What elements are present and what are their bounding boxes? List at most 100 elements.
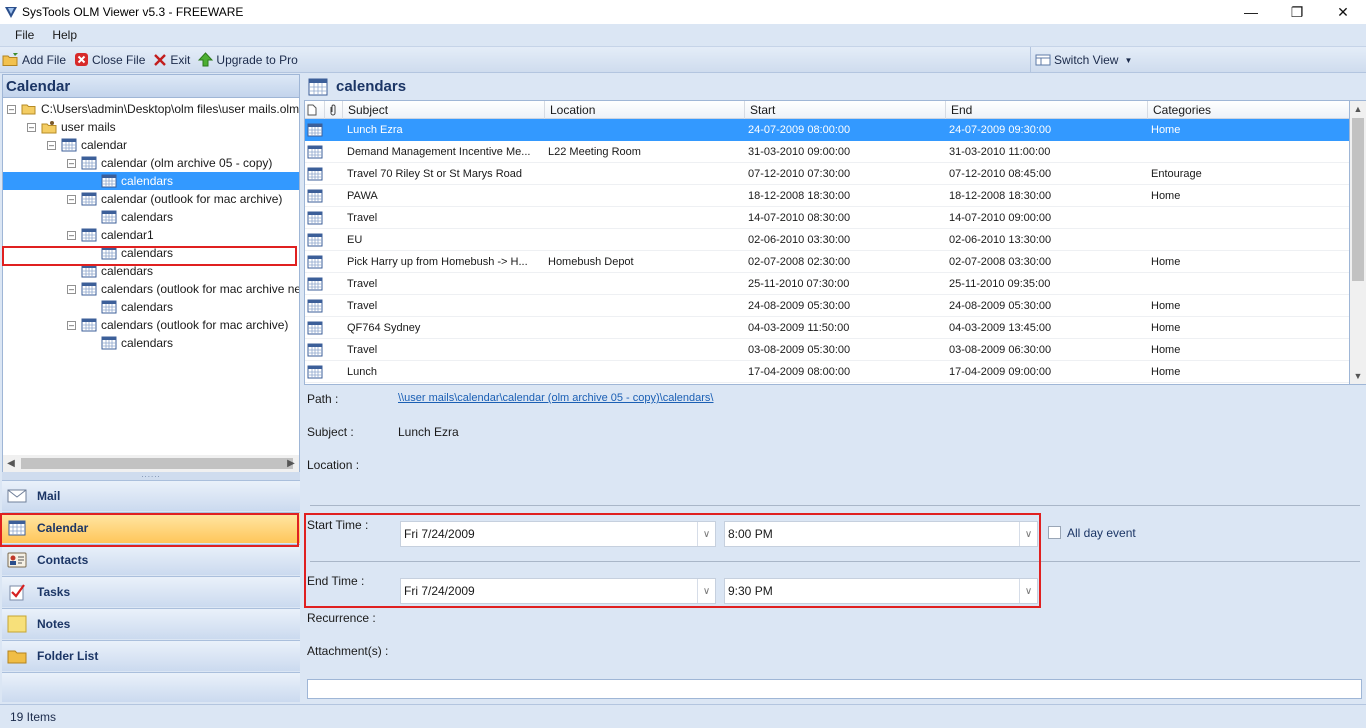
nav-contacts[interactable]: Contacts	[2, 544, 300, 575]
add-file-button[interactable]: Add File	[2, 52, 66, 67]
scroll-down-icon[interactable]: ▼	[1350, 368, 1366, 384]
exit-button[interactable]: Exit	[153, 53, 190, 67]
upgrade-button[interactable]: Upgrade to Pro	[198, 52, 298, 67]
cell-type	[307, 295, 325, 317]
tree-node[interactable]: calendars	[101, 208, 173, 226]
column-subject-header[interactable]: Subject	[343, 101, 545, 119]
menu-file[interactable]: File	[6, 28, 43, 42]
nav-tasks[interactable]: Tasks	[2, 576, 300, 607]
tree-node-selected[interactable]: calendars	[3, 172, 299, 190]
cell-location	[548, 229, 744, 251]
table-row[interactable]: PAWA 18-12-2008 18:30:00 18-12-2008 18:30:…	[305, 185, 1349, 207]
tree-node[interactable]: – calendar	[47, 136, 127, 154]
subject-label: Subject :	[307, 425, 354, 439]
collapse-icon[interactable]: –	[7, 104, 16, 114]
switch-view-label: Switch View	[1054, 53, 1119, 67]
cell-type	[307, 185, 325, 207]
scroll-thumb[interactable]	[21, 458, 293, 469]
tree-node[interactable]: – calendars (outlook for mac archive new…	[67, 280, 299, 298]
minimize-icon[interactable]: —	[1228, 0, 1274, 24]
cell-location: Homebush Depot	[548, 256, 634, 268]
tree-node[interactable]: calendars	[101, 298, 173, 316]
column-start-header[interactable]: Start	[745, 101, 946, 119]
grid-vertical-scrollbar[interactable]: ▲ ▼	[1350, 100, 1366, 385]
cell-subject: Travel	[347, 212, 378, 224]
paperclip-icon	[330, 104, 336, 116]
cell-subject: QF764 Sydney	[347, 322, 421, 334]
menu-help[interactable]: Help	[43, 28, 86, 42]
cell-type	[307, 141, 325, 163]
tree-node[interactable]: – calendar (olm archive 05 - copy)	[67, 154, 272, 172]
table-row[interactable]: Lunch Ezra 24-07-2009 08:00:00 24-07-2009 …	[305, 119, 1349, 141]
cell-type	[307, 317, 325, 339]
path-link[interactable]: \\user mails\calendar\calendar (olm arch…	[398, 392, 713, 404]
cell-type	[307, 339, 325, 361]
cell-end: 04-03-2009 13:45:00	[949, 322, 1052, 334]
cell-start: 18-12-2008 18:30:00	[748, 190, 851, 202]
close-file-label: Close File	[92, 52, 146, 67]
table-row[interactable]: Travel 03-08-2009 05:30:00 03-08-2009 06:3…	[305, 339, 1349, 361]
table-row[interactable]: Travel 70 Riley St or St Marys Road 07-12…	[305, 163, 1349, 185]
pane-splitter[interactable]: ......	[2, 471, 300, 480]
cell-type	[307, 273, 325, 295]
nav-folder-list[interactable]: Folder List	[2, 640, 300, 671]
nav-mail[interactable]: Mail	[2, 480, 300, 511]
collapse-icon[interactable]: –	[67, 230, 76, 240]
table-row[interactable]: Travel 25-11-2010 07:30:00 25-11-2010 09:3…	[305, 273, 1349, 295]
cell-start: 02-07-2008 02:30:00	[748, 256, 851, 268]
nav-notes[interactable]: Notes	[2, 608, 300, 639]
tree-node[interactable]: – C:\Users\admin\Desktop\olm files\user …	[7, 100, 299, 118]
calendar-icon	[307, 189, 323, 203]
collapse-icon[interactable]: –	[67, 194, 76, 204]
cell-start: 31-03-2010 09:00:00	[748, 146, 851, 158]
collapse-icon[interactable]: –	[47, 140, 56, 150]
collapse-icon[interactable]: –	[67, 158, 76, 168]
tree-node[interactable]: – user mails	[27, 118, 116, 136]
table-row[interactable]: Travel 14-07-2010 08:30:00 14-07-2010 09:0…	[305, 207, 1349, 229]
menu-bar: File Help	[0, 24, 1366, 46]
table-row[interactable]: Lunch 17-04-2009 08:00:00 17-04-2009 09:00…	[305, 361, 1349, 383]
cell-category	[1151, 141, 1349, 163]
column-type-header[interactable]	[305, 101, 325, 119]
folder-icon	[7, 650, 27, 664]
cell-subject: EU	[347, 234, 363, 246]
scroll-thumb[interactable]	[1352, 118, 1364, 281]
tree-node[interactable]: – calendars (outlook for mac archive)	[67, 316, 288, 334]
collapse-icon[interactable]: –	[27, 122, 36, 132]
table-row[interactable]: EU 02-06-2010 03:30:00 02-06-2010 13:30:00	[305, 229, 1349, 251]
table-row[interactable]: Pick Harry up from Homebush -> H... Homeb…	[305, 251, 1349, 273]
scroll-left-icon[interactable]: ◀	[3, 455, 19, 472]
column-attachment-header[interactable]	[325, 101, 343, 119]
close-window-icon[interactable]: ✕	[1320, 0, 1366, 24]
all-day-checkbox[interactable]	[1048, 526, 1061, 539]
tasks-icon	[9, 584, 25, 601]
table-row[interactable]: Travel 24-08-2009 05:30:00 24-08-2009 05:3…	[305, 295, 1349, 317]
scroll-up-icon[interactable]: ▲	[1350, 101, 1366, 117]
tree-node[interactable]: – calendar1	[67, 226, 154, 244]
tree-node[interactable]: calendars	[101, 334, 173, 352]
calendar-icon	[61, 138, 77, 152]
collapse-icon[interactable]: –	[67, 284, 76, 294]
toolbar: Add File Close File Exit Upgrade to Pro …	[0, 46, 1366, 73]
cell-category: Home	[1151, 366, 1181, 378]
restore-icon[interactable]: ❐	[1274, 0, 1320, 24]
switch-view-button[interactable]: Switch View ▼	[1030, 47, 1366, 73]
table-row[interactable]: QF764 Sydney 04-03-2009 11:50:00 04-03-200…	[305, 317, 1349, 339]
calendar-icon	[307, 255, 323, 269]
cell-end: 03-08-2009 06:30:00	[949, 344, 1052, 356]
column-categories-header[interactable]: Categories	[1148, 101, 1349, 119]
column-location-header[interactable]: Location	[545, 101, 745, 119]
attachments-field[interactable]	[307, 679, 1362, 699]
tree-node[interactable]: – calendar (outlook for mac archive)	[67, 190, 282, 208]
calendar-icon	[81, 156, 97, 170]
column-end-header[interactable]: End	[946, 101, 1148, 119]
table-row[interactable]: Demand Management Incentive Me... L22 Mee…	[305, 141, 1349, 163]
scroll-right-icon[interactable]: ▶	[283, 455, 299, 472]
table-row[interactable]	[305, 383, 1349, 384]
cell-category: Home	[1151, 256, 1181, 268]
cell-category: Home	[1151, 124, 1181, 136]
cell-location	[548, 361, 744, 383]
cell-start: 07-12-2010 07:30:00	[748, 168, 851, 180]
close-file-button[interactable]: Close File	[74, 52, 145, 67]
collapse-icon[interactable]: –	[67, 320, 76, 330]
